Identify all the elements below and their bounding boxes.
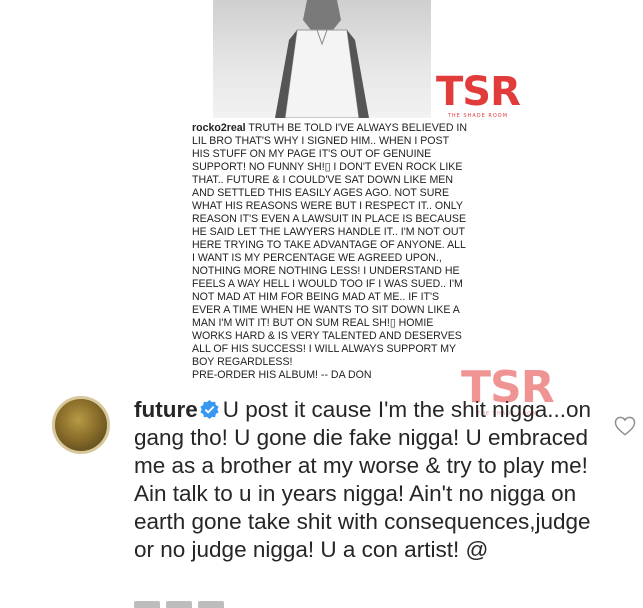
comment: future U post it cause I'm the shit nigg… xyxy=(52,396,612,606)
comment-body: U post it cause I'm the shit nigga...on … xyxy=(134,397,591,562)
post-photo xyxy=(213,0,431,118)
post-caption: rocko2real TRUTH BE TOLD I'VE ALWAYS BEL… xyxy=(192,122,468,382)
comment-text-block: future U post it cause I'm the shit nigg… xyxy=(134,396,604,564)
next-comment-cutoff xyxy=(134,598,254,608)
comment-username[interactable]: future xyxy=(134,397,198,422)
watermark-logo: TSR THE SHADE ROOM xyxy=(436,69,521,119)
watermark-subtitle: THE SHADE ROOM xyxy=(447,113,509,119)
verified-badge-icon xyxy=(200,400,219,419)
person-figure-image xyxy=(275,0,369,118)
avatar[interactable] xyxy=(52,396,110,454)
caption-username[interactable]: rocko2real xyxy=(192,122,246,134)
heart-outline-icon[interactable] xyxy=(614,416,636,436)
caption-body: TRUTH BE TOLD I'VE ALWAYS BELIEVED IN LI… xyxy=(192,122,468,368)
caption-preorder: PRE-ORDER HIS ALBUM! -- DA DON xyxy=(192,369,372,381)
watermark-mark: TSR xyxy=(436,69,521,115)
